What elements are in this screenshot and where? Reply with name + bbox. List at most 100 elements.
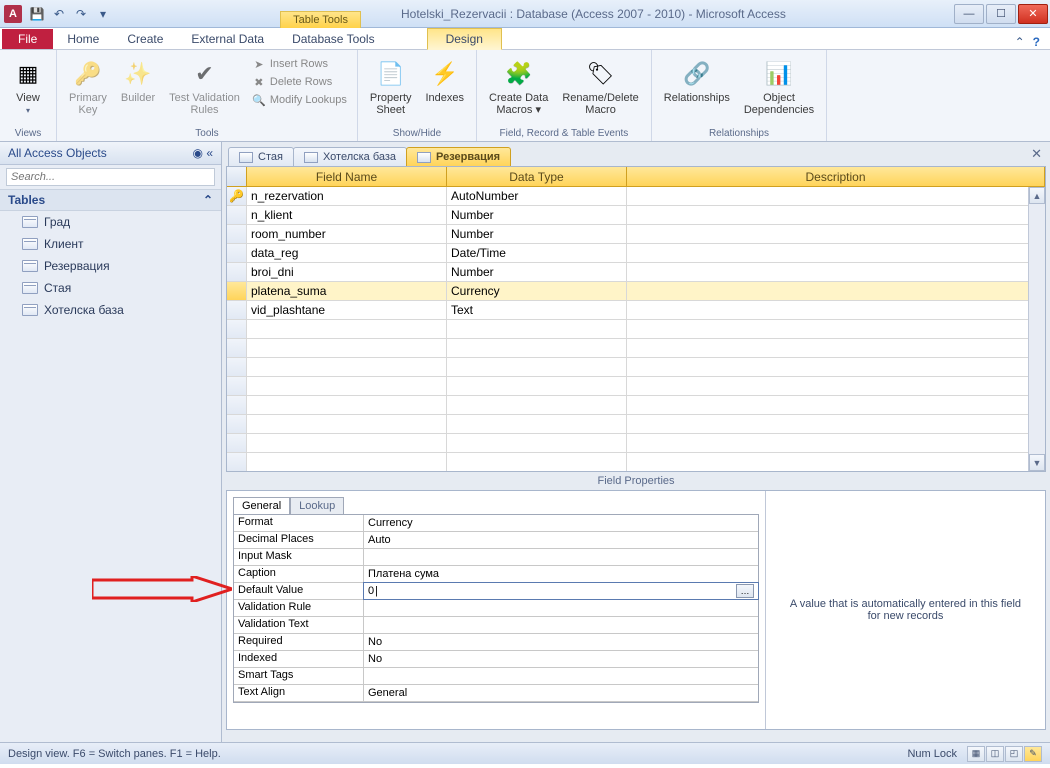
redo-icon[interactable]: ↷ xyxy=(72,5,90,23)
cell-field-name[interactable]: vid_plashtane xyxy=(247,301,447,319)
property-value[interactable]: No xyxy=(364,651,758,667)
collapse-icon[interactable]: ⌃ xyxy=(203,193,213,207)
view-pivottable-icon[interactable]: ◫ xyxy=(986,746,1004,762)
property-value[interactable]: Currency xyxy=(364,515,758,531)
view-datasheet-icon[interactable]: ▦ xyxy=(967,746,985,762)
row-selector[interactable] xyxy=(227,396,247,414)
nav-header[interactable]: All Access Objects ◉ « xyxy=(0,142,221,165)
minimize-ribbon-icon[interactable]: ⌃ xyxy=(1015,35,1025,49)
property-value[interactable]: 0|… xyxy=(364,583,758,599)
property-row[interactable]: CaptionПлатена сума xyxy=(234,566,758,583)
col-description[interactable]: Description xyxy=(627,167,1045,186)
property-value[interactable] xyxy=(364,600,758,616)
cell-data-type[interactable]: Number xyxy=(447,263,627,281)
fp-tab-general[interactable]: General xyxy=(233,497,290,514)
cell-description[interactable] xyxy=(627,206,1045,224)
property-row[interactable]: FormatCurrency xyxy=(234,515,758,532)
tab-create[interactable]: Create xyxy=(113,29,177,49)
create-data-macros-button[interactable]: 🧩 Create Data Macros ▾ xyxy=(485,56,552,118)
row-selector[interactable] xyxy=(227,415,247,433)
tab-external-data[interactable]: External Data xyxy=(177,29,278,49)
cell-data-type[interactable] xyxy=(447,339,627,357)
cell-field-name[interactable]: n_klient xyxy=(247,206,447,224)
indexes-button[interactable]: ⚡ Indexes xyxy=(422,56,469,106)
cell-description[interactable] xyxy=(627,263,1045,281)
nav-group-tables[interactable]: Tables ⌃ xyxy=(0,189,221,211)
row-selector[interactable] xyxy=(227,301,247,319)
cell-description[interactable] xyxy=(627,301,1045,319)
scroll-up-icon[interactable]: ▲ xyxy=(1029,187,1045,204)
modify-lookups-button[interactable]: 🔍Modify Lookups xyxy=(250,92,349,108)
grid-row[interactable] xyxy=(227,377,1045,396)
test-validation-button[interactable]: ✔ Test Validation Rules xyxy=(165,56,244,118)
tab-home[interactable]: Home xyxy=(53,29,113,49)
undo-icon[interactable]: ↶ xyxy=(50,5,68,23)
cell-data-type[interactable] xyxy=(447,396,627,414)
relationships-button[interactable]: 🔗 Relationships xyxy=(660,56,734,106)
tab-database-tools[interactable]: Database Tools xyxy=(278,29,389,49)
qat-customize-icon[interactable]: ▾ xyxy=(94,5,112,23)
cell-data-type[interactable] xyxy=(447,434,627,452)
row-selector[interactable] xyxy=(227,434,247,452)
vertical-scrollbar[interactable]: ▲ ▼ xyxy=(1028,187,1045,471)
cell-field-name[interactable] xyxy=(247,453,447,471)
row-selector[interactable] xyxy=(227,282,247,300)
builder-icon[interactable]: … xyxy=(736,584,754,598)
fp-tab-lookup[interactable]: Lookup xyxy=(290,497,344,514)
cell-data-type[interactable]: Date/Time xyxy=(447,244,627,262)
file-tab[interactable]: File xyxy=(2,29,53,49)
view-design-icon[interactable]: ✎ xyxy=(1024,746,1042,762)
cell-data-type[interactable]: Text xyxy=(447,301,627,319)
property-row[interactable]: Default Value0|… xyxy=(234,583,758,600)
col-data-type[interactable]: Data Type xyxy=(447,167,627,186)
property-row[interactable]: Text AlignGeneral xyxy=(234,685,758,702)
delete-rows-button[interactable]: ✖Delete Rows xyxy=(250,74,349,90)
property-sheet-button[interactable]: 📄 Property Sheet xyxy=(366,56,416,118)
cell-field-name[interactable] xyxy=(247,339,447,357)
col-field-name[interactable]: Field Name xyxy=(247,167,447,186)
cell-field-name[interactable] xyxy=(247,377,447,395)
grid-row[interactable] xyxy=(227,396,1045,415)
nav-item[interactable]: Стая xyxy=(0,277,221,299)
grid-row[interactable] xyxy=(227,434,1045,453)
grid-row[interactable] xyxy=(227,358,1045,377)
nav-item[interactable]: Хотелска база xyxy=(0,299,221,321)
property-value[interactable] xyxy=(364,549,758,565)
cell-description[interactable] xyxy=(627,320,1045,338)
row-selector[interactable]: 🔑 xyxy=(227,187,247,205)
grid-row[interactable]: platena_sumaCurrency xyxy=(227,282,1045,301)
doc-tab[interactable]: Хотелска база xyxy=(293,147,407,166)
grid-row[interactable]: room_numberNumber xyxy=(227,225,1045,244)
grid-row[interactable] xyxy=(227,415,1045,434)
builder-button[interactable]: ✨ Builder xyxy=(117,56,159,106)
grid-row[interactable] xyxy=(227,339,1045,358)
property-value[interactable]: Платена сума xyxy=(364,566,758,582)
close-tab-icon[interactable]: ✕ xyxy=(1031,146,1042,162)
view-button[interactable]: ▦ View ▾ xyxy=(8,56,48,117)
cell-data-type[interactable] xyxy=(447,358,627,376)
nav-item[interactable]: Клиент xyxy=(0,233,221,255)
cell-description[interactable] xyxy=(627,434,1045,452)
cell-description[interactable] xyxy=(627,396,1045,414)
grid-row[interactable]: data_regDate/Time xyxy=(227,244,1045,263)
tab-design[interactable]: Design xyxy=(427,28,502,50)
row-selector[interactable] xyxy=(227,244,247,262)
cell-description[interactable] xyxy=(627,339,1045,357)
primary-key-button[interactable]: 🔑 Primary Key xyxy=(65,56,111,118)
scroll-down-icon[interactable]: ▼ xyxy=(1029,454,1045,471)
maximize-button[interactable]: ☐ xyxy=(986,4,1016,24)
cell-description[interactable] xyxy=(627,453,1045,471)
property-row[interactable]: Input Mask xyxy=(234,549,758,566)
cell-field-name[interactable] xyxy=(247,396,447,414)
cell-data-type[interactable] xyxy=(447,377,627,395)
object-dependencies-button[interactable]: 📊 Object Dependencies xyxy=(740,56,818,118)
cell-data-type[interactable] xyxy=(447,453,627,471)
property-row[interactable]: IndexedNo xyxy=(234,651,758,668)
row-selector[interactable] xyxy=(227,358,247,376)
property-row[interactable]: Validation Rule xyxy=(234,600,758,617)
nav-item[interactable]: Резервация xyxy=(0,255,221,277)
row-selector[interactable] xyxy=(227,206,247,224)
cell-field-name[interactable]: room_number xyxy=(247,225,447,243)
nav-dropdown-icon[interactable]: ◉ « xyxy=(193,146,213,160)
cell-description[interactable] xyxy=(627,358,1045,376)
